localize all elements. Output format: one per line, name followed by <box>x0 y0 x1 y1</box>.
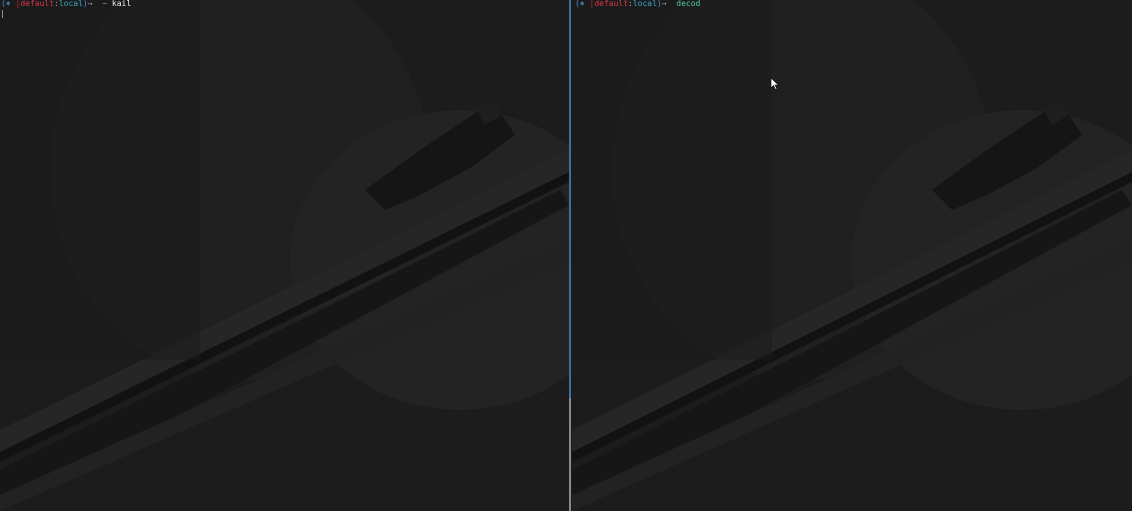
helm-wheel-icon: ⎈ <box>5 0 11 8</box>
pane-divider-lower <box>569 398 571 511</box>
prompt-arrow: → <box>661 0 667 8</box>
text-cursor <box>2 10 3 18</box>
shell-prompt: (⎈ |default:local)→ ~ kail <box>1 0 131 9</box>
terminal-pane-right[interactable]: (⎈ |default:local)→ decod <box>572 0 1132 511</box>
pane-divider[interactable] <box>569 0 571 511</box>
kube-namespace: local <box>632 0 657 8</box>
terminal-pane-left[interactable]: (⎈ |default:local)→ ~ kail <box>0 0 569 511</box>
command-input[interactable]: decod <box>676 0 700 8</box>
prompt-arrow: → <box>87 0 93 8</box>
kube-context: default <box>594 0 629 8</box>
kube-namespace: local <box>58 0 83 8</box>
kube-context: default <box>20 0 55 8</box>
wallpaper-background <box>0 0 569 511</box>
helm-wheel-icon: ⎈ <box>579 0 585 8</box>
wallpaper-background <box>572 0 1132 511</box>
prompt-cwd: ~ <box>102 0 108 8</box>
shell-prompt: (⎈ |default:local)→ decod <box>575 0 700 9</box>
mouse-pointer-icon <box>771 78 779 90</box>
terminal-window[interactable]: (⎈ |default:local)→ ~ kail (⎈ |default:l… <box>0 0 1132 511</box>
command-input[interactable]: kail <box>112 0 131 8</box>
